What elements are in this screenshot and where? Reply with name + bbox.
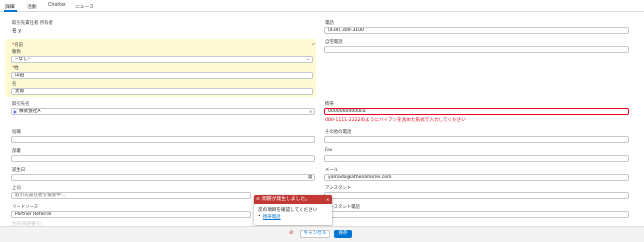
title-field[interactable] (11, 136, 315, 143)
fax-field[interactable] (324, 155, 629, 162)
title-label: 役職 (12, 130, 21, 135)
undo-icon[interactable]: ↶ (312, 42, 315, 47)
home-phone-field[interactable] (324, 46, 629, 53)
email-label: メール (325, 168, 339, 173)
tab-news[interactable]: ニュース (75, 3, 94, 10)
edit-footer: ⊘ キャンセル 保存 (0, 226, 644, 242)
cancel-button[interactable]: キャンセル (300, 230, 330, 238)
account-lookup[interactable]: 株式会社A (11, 108, 315, 115)
fax-label: Fax (325, 148, 333, 153)
assistant-label: アシスタント (325, 186, 352, 191)
error-popover-header: 問題が発生しました。 (254, 195, 332, 204)
phone-label: 電話 (325, 21, 334, 26)
other-phone-label: その他の電話 (325, 130, 352, 135)
mobile-error-message: 000-1111-2222のようにハイフンを含めた形式で入力してください (325, 118, 466, 123)
birthdate-field[interactable] (11, 174, 315, 181)
birthdate-label: 誕生日 (12, 168, 26, 173)
save-button[interactable]: 保存 (334, 230, 352, 238)
tab-details[interactable]: 詳細 (5, 3, 15, 10)
department-label: 部署 (12, 149, 21, 154)
error-bullet: • (258, 214, 261, 219)
phone-field[interactable]: (434) 300-3100 (324, 27, 629, 34)
account-icon: ▣ (13, 109, 17, 114)
tab-activity[interactable]: 活動 (27, 3, 37, 10)
lead-source-label: リードソース (12, 205, 39, 210)
close-icon[interactable]: ✕ (309, 109, 312, 114)
mobile-field[interactable]: 00000000000lia (324, 108, 629, 115)
last-name-field[interactable]: 山田 (11, 72, 313, 79)
department-field[interactable] (11, 155, 315, 162)
tab-bar: 詳細 活動 Chatter ニュース (0, 0, 644, 12)
error-popover: 問題が発生しました。 ⊘ ✕ 次の項目を確認してください • 携帯電話 (254, 195, 332, 225)
chevron-down-icon: ⌄ (306, 56, 311, 62)
error-icon: ⊘ (256, 197, 260, 202)
salutation-select[interactable]: --なし-- (11, 56, 313, 63)
error-popover-body: 次の項目を確認してください (258, 208, 318, 213)
assistant-phone-field[interactable] (324, 211, 629, 218)
account-label: 取引先名 (12, 102, 30, 107)
error-field-link[interactable]: 携帯電話 (263, 214, 281, 220)
first-name-field[interactable]: 太郎 (11, 88, 313, 95)
name-label: *名前 (12, 43, 23, 48)
reports-to-lookup[interactable]: 取引先責任者を検索中... (11, 192, 251, 199)
tab-chatter[interactable]: Chatter (48, 3, 66, 8)
last-name-label: *姓 (12, 66, 19, 71)
mobile-label: 携帯 (325, 102, 334, 107)
popover-close-icon[interactable]: ✕ (326, 197, 329, 202)
salutation-label: 敬称 (12, 50, 21, 55)
error-popover-title: 問題が発生しました。 (262, 197, 310, 202)
lead-source-select[interactable]: Partner Referral (11, 211, 251, 218)
assistant-field[interactable] (324, 192, 629, 199)
owner-value: 名 y (12, 29, 22, 34)
first-name-label: 名 (12, 82, 17, 87)
home-phone-label: 自宅電話 (325, 40, 343, 45)
reports-to-label: 上司 (12, 186, 21, 191)
owner-label: 取引先責任者 所有者 (12, 21, 53, 26)
email-field[interactable]: yamada@athenahome.com (324, 174, 629, 181)
active-tab-indicator (4, 10, 17, 12)
error-indicator-icon[interactable]: ⊘ (289, 230, 294, 236)
other-phone-field[interactable] (324, 136, 629, 143)
calendar-icon[interactable]: ▦ (308, 175, 312, 180)
